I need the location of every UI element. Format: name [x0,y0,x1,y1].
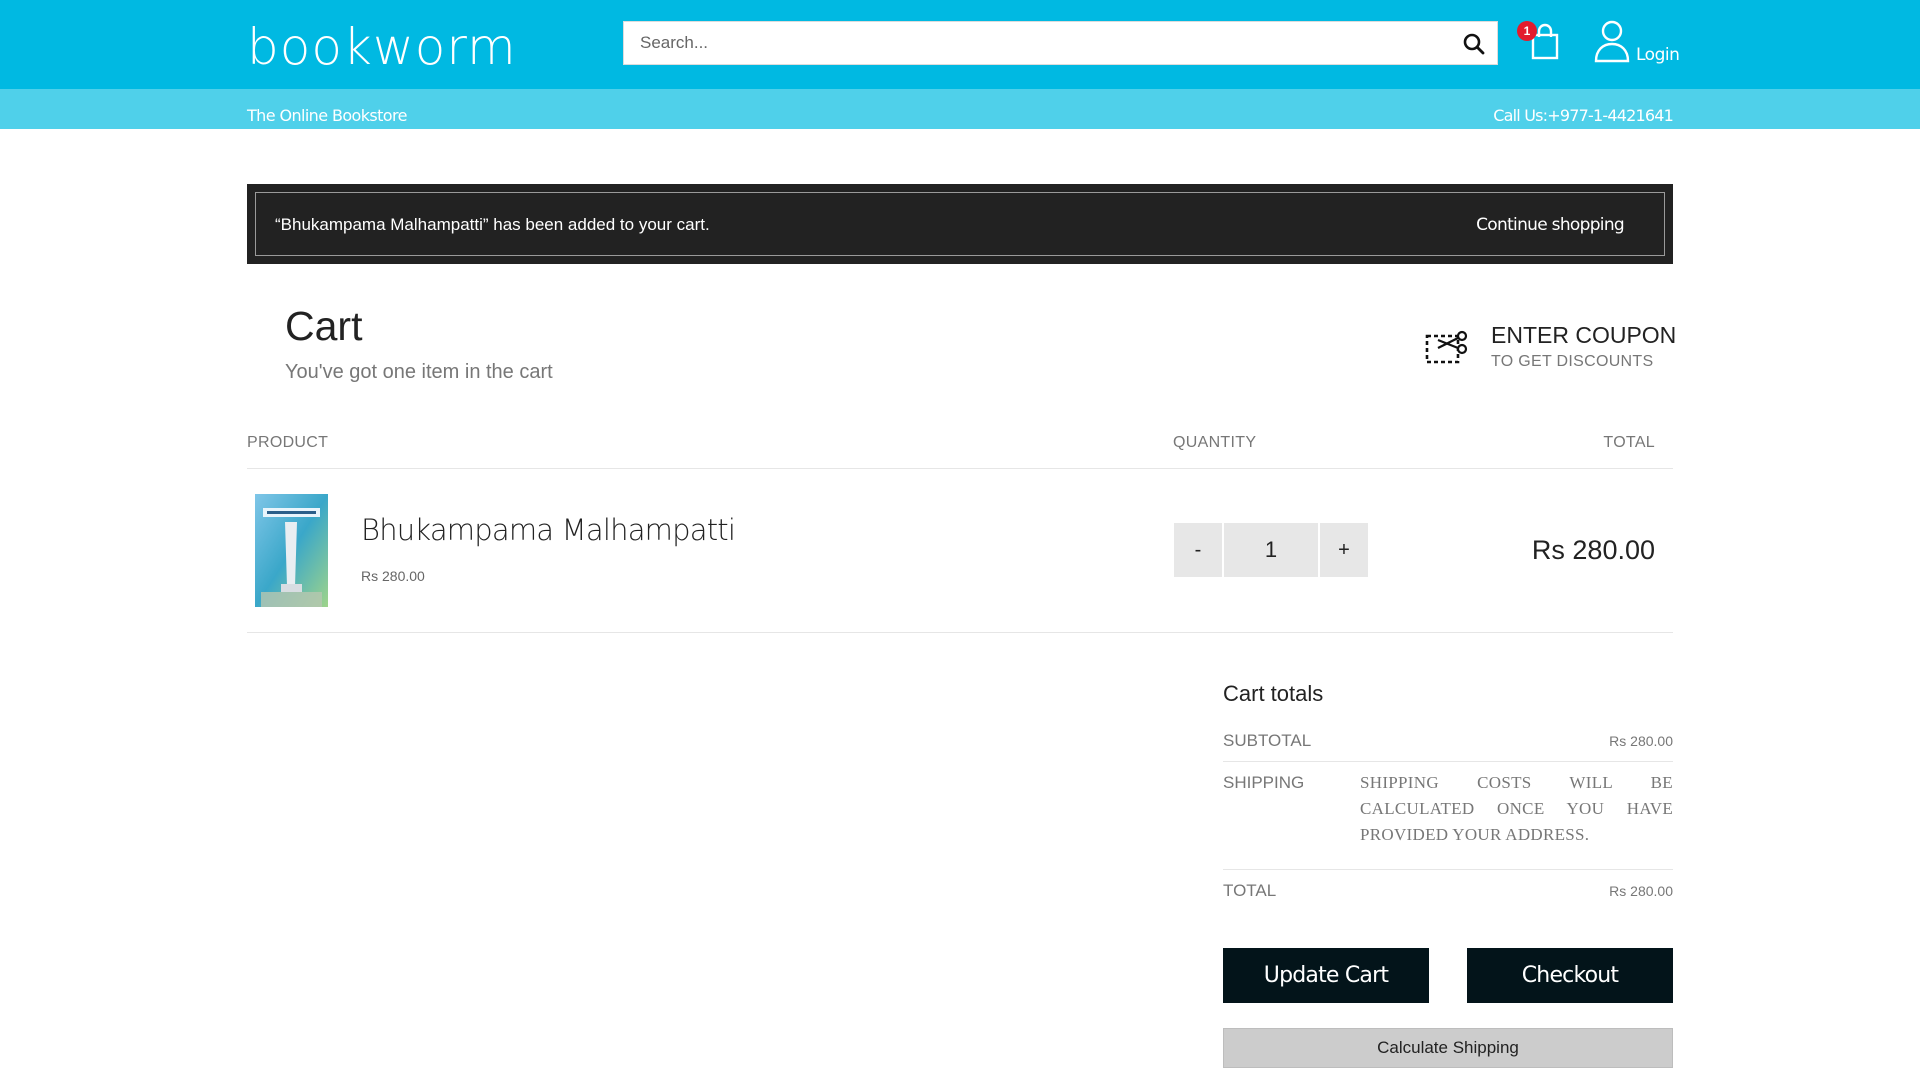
search-input[interactable] [624,22,1444,64]
quantity-increase-button[interactable]: + [1320,523,1368,577]
cart-totals-title: Cart totals [1223,681,1324,706]
column-header-total: TOTAL [1603,434,1655,451]
quantity-input[interactable] [1224,523,1318,577]
site-logo[interactable]: bookworm [247,18,517,76]
coupon-scissors-icon [1424,326,1470,373]
table-divider [247,468,1673,469]
quantity-decrease-button[interactable]: - [1174,523,1222,577]
login-label: Login [1636,45,1680,65]
calculate-shipping-button[interactable]: Calculate Shipping [1223,1028,1673,1068]
login-link[interactable]: Login [1593,19,1680,68]
phone-number: Call Us:+977-1-4421641 [1493,106,1674,125]
search-box [623,21,1498,65]
continue-shopping-link[interactable]: Continue shopping [1476,215,1625,235]
line-total: Rs 280.00 [1531,535,1655,565]
cart-notice: “Bhukampama Malhampatti” has been added … [247,184,1673,264]
total-label: TOTAL [1223,881,1277,900]
coupon-title: ENTER COUPON [1491,322,1677,348]
update-cart-button[interactable]: Update Cart [1223,948,1429,1003]
column-header-quantity: QUANTITY [1173,434,1257,451]
checkout-button[interactable]: Checkout [1467,948,1673,1003]
tagline: The Online Bookstore [247,106,407,125]
column-header-product: PRODUCT [247,434,329,451]
coupon-subtitle: TO GET DISCOUNTS [1491,353,1654,370]
product-name[interactable]: Bhukampama Malhampatti [361,513,736,547]
shipping-label: SHIPPING [1223,773,1305,792]
totals-divider [1223,761,1673,762]
cart-count-badge: 1 [1517,21,1537,41]
cart-notice-message: “Bhukampama Malhampatti” has been added … [275,215,710,234]
totals-divider [1223,869,1673,870]
product-unit-price: Rs 280.00 [361,568,425,584]
enter-coupon-link[interactable]: ENTER COUPON TO GET DISCOUNTS [1424,318,1677,378]
user-icon [1593,19,1633,68]
row-divider [247,632,1673,633]
subtotal-label: SUBTOTAL [1223,731,1312,750]
product-thumbnail[interactable] [255,494,328,607]
search-icon[interactable] [1461,31,1487,57]
cart-notice-border: “Bhukampama Malhampatti” has been added … [255,192,1665,256]
cart-subtitle: You've got one item in the cart [285,361,553,383]
total-value: Rs 280.00 [1609,883,1673,899]
shipping-note: SHIPPING COSTS WILL BE CALCULATED ONCE Y… [1360,773,1673,844]
page-title: Cart [285,303,363,349]
subtotal-value: Rs 280.00 [1609,733,1673,749]
